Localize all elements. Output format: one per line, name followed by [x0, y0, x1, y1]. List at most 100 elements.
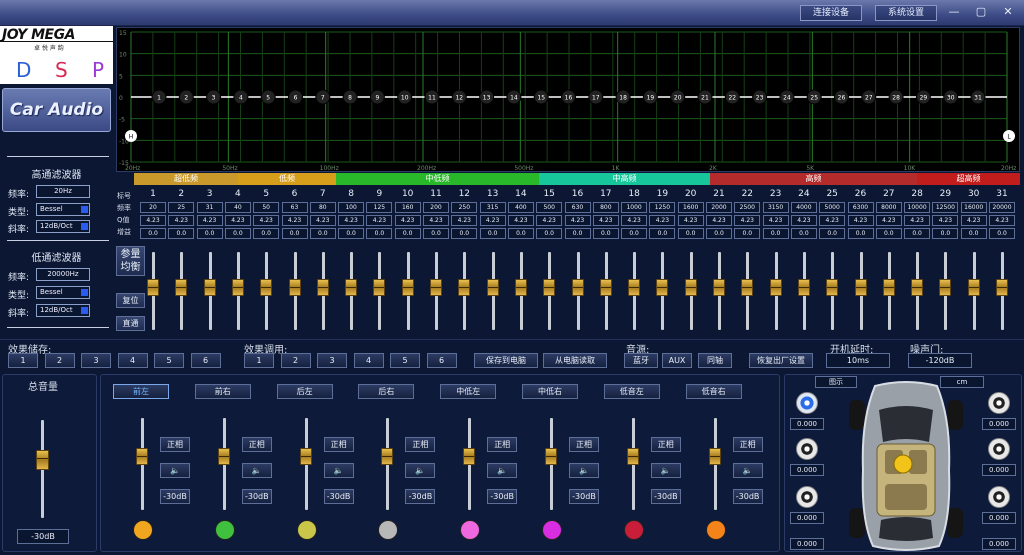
bypass-button[interactable]: 直通	[116, 316, 145, 331]
lpf-slope-select[interactable]: 12dB/Oct	[36, 304, 90, 317]
band-gain-field[interactable]: 0.0	[253, 228, 280, 239]
speaker-position-icon[interactable]	[796, 486, 818, 508]
band-freq-field[interactable]: 630	[564, 202, 591, 213]
hpf-marker[interactable]: H	[125, 130, 137, 142]
save-preset-button[interactable]: 1	[8, 353, 38, 368]
channel-db-value[interactable]: -30dB	[241, 489, 272, 504]
eq-band-marker[interactable]: 8	[342, 89, 358, 105]
channel-db-value[interactable]: -30dB	[160, 489, 190, 504]
eq-band-marker[interactable]: 5	[260, 89, 276, 105]
band-q-field[interactable]: 4.23	[819, 215, 846, 226]
restore-icon[interactable]: ▢	[973, 5, 989, 19]
mute-speaker-icon[interactable]: 🔈	[405, 463, 436, 478]
band-gain-field[interactable]: 0.0	[706, 228, 732, 239]
eq-band-marker[interactable]: 18	[615, 89, 631, 105]
eq-slider-knob[interactable]	[401, 279, 414, 296]
eq-slider-knob[interactable]	[911, 279, 924, 296]
eq-slider-knob[interactable]	[458, 279, 471, 296]
band-q-field[interactable]: 4.23	[847, 215, 874, 226]
channel-volume-knob[interactable]	[463, 448, 476, 465]
band-gain-field[interactable]: 0.0	[790, 228, 817, 239]
eq-slider-knob[interactable]	[316, 279, 329, 296]
band-freq-field[interactable]: 20000	[989, 202, 1015, 213]
phase-button[interactable]: 正相	[569, 437, 599, 452]
mute-speaker-icon[interactable]: 🔈	[160, 463, 190, 478]
band-q-field[interactable]: 4.23	[677, 215, 704, 226]
eq-band-marker[interactable]: 12	[451, 89, 467, 105]
eq-slider-knob[interactable]	[882, 279, 895, 296]
band-freq-field[interactable]: 6300	[847, 202, 874, 213]
band-gain-field[interactable]: 0.0	[904, 228, 931, 239]
eq-band-marker[interactable]: 2	[178, 89, 194, 105]
channel-db-value[interactable]: -30dB	[323, 489, 354, 504]
band-q-field[interactable]: 4.23	[309, 215, 336, 226]
channel-volume-knob[interactable]	[381, 448, 394, 465]
load-preset-button[interactable]: 3	[317, 353, 347, 368]
band-gain-field[interactable]: 0.0	[281, 228, 308, 239]
band-freq-field[interactable]: 31	[196, 202, 223, 213]
eq-slider-knob[interactable]	[175, 279, 188, 296]
band-gain-field[interactable]: 0.0	[932, 228, 959, 239]
band-q-field[interactable]: 4.23	[196, 215, 223, 226]
close-icon[interactable]: ✕	[1000, 5, 1016, 19]
speaker-distance-field[interactable]: 0.000	[790, 512, 824, 524]
band-gain-field[interactable]: 0.0	[734, 228, 761, 239]
param-eq-button[interactable]: 参量均衡	[116, 246, 145, 276]
band-freq-field[interactable]: 1600	[677, 202, 704, 213]
band-gain-field[interactable]: 0.0	[960, 228, 987, 239]
band-q-field[interactable]: 4.23	[451, 215, 478, 226]
band-freq-field[interactable]: 5000	[819, 202, 846, 213]
eq-slider-knob[interactable]	[514, 279, 527, 296]
speaker-distance-field[interactable]: 0.000	[982, 538, 1016, 550]
reset-button[interactable]: 复位	[116, 293, 145, 308]
band-freq-field[interactable]: 315	[479, 202, 506, 213]
band-q-field[interactable]: 4.23	[536, 215, 563, 226]
band-gain-field[interactable]: 0.0	[224, 228, 251, 239]
band-q-field[interactable]: 4.23	[394, 215, 421, 226]
speaker-position-icon[interactable]	[796, 438, 818, 460]
eq-slider-knob[interactable]	[713, 279, 725, 296]
band-gain-field[interactable]: 0.0	[423, 228, 449, 239]
lpf-freq-field[interactable]: 20000Hz	[36, 268, 90, 281]
band-gain-field[interactable]: 0.0	[140, 228, 166, 239]
eq-slider-knob[interactable]	[231, 279, 244, 296]
band-q-field[interactable]: 4.23	[507, 215, 534, 226]
band-freq-field[interactable]: 400	[507, 202, 534, 213]
band-freq-field[interactable]: 8000	[875, 202, 902, 213]
band-freq-field[interactable]: 12500	[932, 202, 959, 213]
eq-slider-knob[interactable]	[967, 279, 980, 296]
eq-band-marker[interactable]: 1	[151, 89, 167, 105]
speaker-distance-field[interactable]: 0.000	[982, 512, 1016, 524]
speaker-position-icon[interactable]	[796, 392, 818, 414]
hpf-freq-field[interactable]: 20Hz	[36, 185, 90, 198]
channel-db-value[interactable]: -30dB	[732, 489, 763, 504]
channel-select-button[interactable]: 中低右	[522, 384, 578, 399]
load-preset-button[interactable]: 5	[390, 353, 420, 368]
eq-band-marker[interactable]: 26	[834, 89, 849, 105]
eq-slider-knob[interactable]	[769, 279, 782, 296]
mute-speaker-icon[interactable]: 🔈	[732, 463, 763, 478]
band-freq-field[interactable]: 1000	[621, 202, 648, 213]
minimize-icon[interactable]: —	[946, 5, 962, 19]
mute-speaker-icon[interactable]: 🔈	[487, 463, 518, 478]
channel-db-value[interactable]: -30dB	[487, 489, 518, 504]
band-gain-field[interactable]: 0.0	[479, 228, 506, 239]
band-q-field[interactable]: 4.23	[706, 215, 732, 226]
band-q-field[interactable]: 4.23	[649, 215, 676, 226]
speaker-distance-field[interactable]: 0.000	[790, 418, 824, 430]
eq-slider-knob[interactable]	[147, 279, 159, 296]
save-preset-button[interactable]: 6	[190, 353, 221, 368]
band-freq-field[interactable]: 500	[536, 202, 563, 213]
band-gain-field[interactable]: 0.0	[451, 228, 478, 239]
eq-slider-knob[interactable]	[826, 279, 839, 296]
eq-band-marker[interactable]: 3	[206, 89, 222, 105]
band-gain-field[interactable]: 0.0	[507, 228, 534, 239]
source-bluetooth-button[interactable]: 蓝牙	[624, 353, 658, 368]
eq-slider-knob[interactable]	[430, 279, 442, 296]
source-aux-button[interactable]: AUX	[662, 353, 692, 368]
channel-select-button[interactable]: 后左	[276, 384, 333, 399]
load-preset-button[interactable]: 6	[426, 353, 457, 368]
eq-band-marker[interactable]: 24	[779, 89, 795, 105]
speaker-distance-field[interactable]: 0.000	[790, 538, 824, 550]
band-gain-field[interactable]: 0.0	[366, 228, 393, 239]
